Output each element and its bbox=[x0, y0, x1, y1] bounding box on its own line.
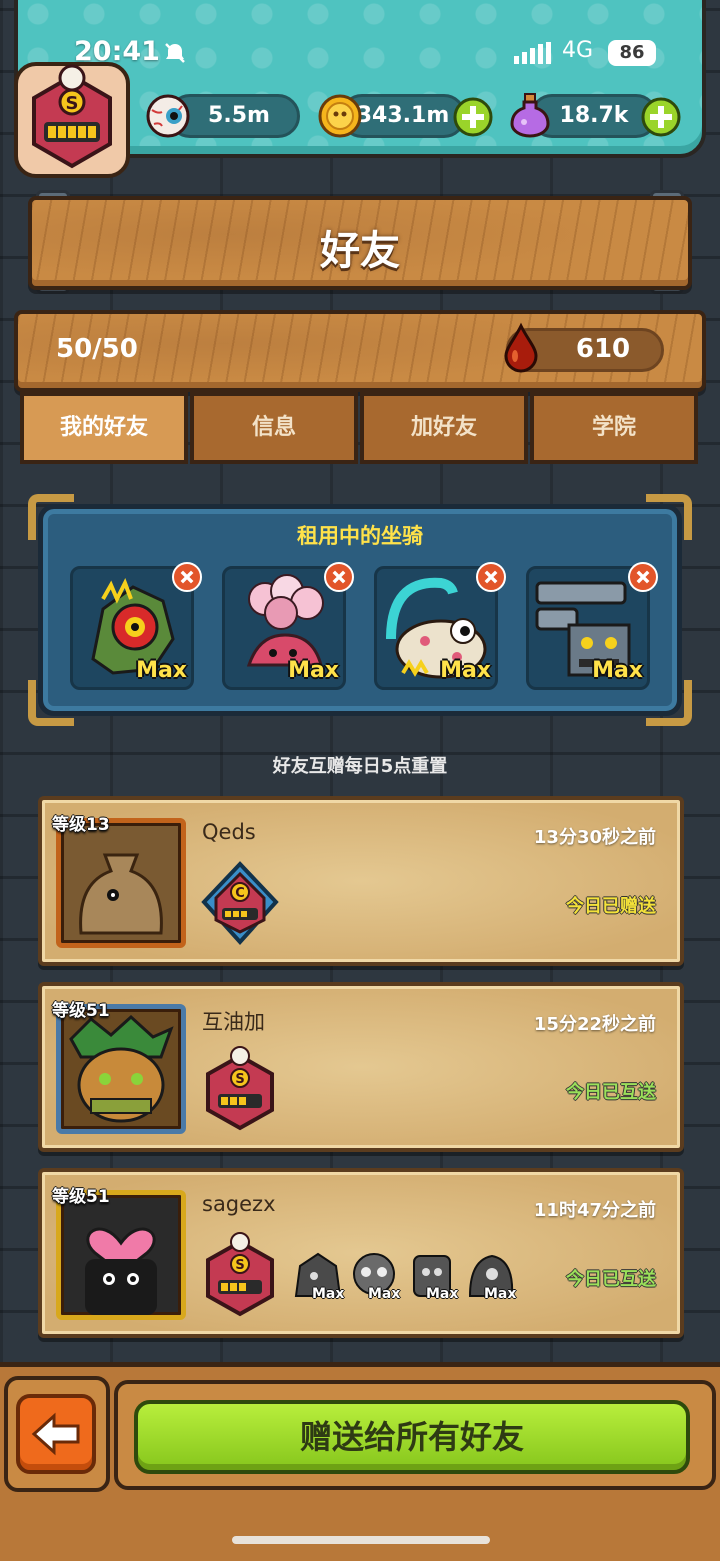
friend-portrait[interactable] bbox=[56, 1004, 186, 1134]
gift-all-friends-button[interactable]: 赠送给所有好友 bbox=[134, 1400, 690, 1474]
mount-max-label: Max bbox=[288, 658, 339, 683]
blood-drop-icon bbox=[504, 322, 538, 373]
tab-add-friend[interactable]: 加好友 bbox=[360, 392, 528, 464]
mount-max-label: Max bbox=[592, 658, 643, 683]
daily-reset-note: 好友互赠每日5点重置 bbox=[272, 756, 448, 777]
friend-mount-thumb: Max bbox=[404, 1246, 464, 1306]
friend-name: Qeds bbox=[202, 820, 256, 844]
back-arrow-icon bbox=[31, 1412, 80, 1456]
friend-level: 等级51 bbox=[52, 1187, 110, 1207]
svg-text:S: S bbox=[235, 1072, 244, 1087]
potion-icon bbox=[510, 93, 550, 138]
bell-muted-icon bbox=[165, 43, 185, 63]
rank-s-badge-icon: S bbox=[206, 1046, 274, 1131]
tab-my-friends[interactable]: 我的好友 bbox=[20, 392, 188, 464]
friend-level: 等级13 bbox=[52, 815, 110, 835]
friend-name: sagezx bbox=[202, 1192, 276, 1216]
network-label: 4G bbox=[562, 38, 594, 63]
home-indicator bbox=[232, 1536, 490, 1544]
friend-name: 互油加 bbox=[202, 1010, 265, 1034]
mini-mount-max: Max bbox=[312, 1286, 345, 1302]
tab-academy[interactable]: 学院 bbox=[530, 392, 698, 464]
page-title: 好友 bbox=[320, 228, 400, 274]
svg-text:S: S bbox=[235, 1258, 244, 1273]
friend-mount-thumb: Max bbox=[346, 1246, 406, 1306]
eyeball-icon bbox=[146, 94, 190, 138]
heart-monster-avatar-icon bbox=[85, 1227, 157, 1315]
rank-c-badge-icon: C bbox=[201, 861, 279, 945]
tab-messages[interactable]: 信息 bbox=[190, 392, 358, 464]
mount-max-label: Max bbox=[136, 658, 187, 683]
gift-status: 今日已赠送 bbox=[566, 896, 656, 917]
friend-last-seen: 13分30秒之前 bbox=[533, 827, 656, 848]
sack-avatar-icon bbox=[79, 853, 163, 935]
signal-icon bbox=[514, 42, 551, 64]
remove-mount-close-icon[interactable] bbox=[628, 562, 658, 592]
add-coins-button[interactable] bbox=[452, 96, 494, 138]
friend-count: 50/50 bbox=[56, 334, 138, 364]
back-button[interactable] bbox=[16, 1394, 96, 1474]
mount-max-label: Max bbox=[440, 658, 491, 683]
friend-last-seen: 15分22秒之前 bbox=[533, 1014, 656, 1035]
gift-status: 今日已互送 bbox=[566, 1269, 656, 1290]
remove-mount-close-icon[interactable] bbox=[324, 562, 354, 592]
add-potion-button[interactable] bbox=[640, 96, 682, 138]
rented-mounts-title: 租用中的坐骑 bbox=[297, 524, 423, 548]
coin-icon bbox=[318, 94, 362, 138]
svg-text:S: S bbox=[66, 93, 79, 114]
friend-portrait[interactable] bbox=[56, 818, 186, 948]
player-avatar[interactable]: S bbox=[12, 58, 132, 180]
friend-mount-thumb: Max bbox=[290, 1246, 350, 1306]
friend-portrait[interactable] bbox=[56, 1190, 186, 1320]
mini-mount-max: Max bbox=[426, 1286, 459, 1302]
friend-level: 等级51 bbox=[52, 1001, 110, 1021]
panel-corner-bl bbox=[28, 680, 74, 726]
rank-s-badge-icon: S bbox=[206, 1232, 274, 1317]
panel-corner-br bbox=[646, 680, 692, 726]
gift-status: 今日已互送 bbox=[566, 1082, 656, 1103]
blood-currency-value: 610 bbox=[575, 334, 631, 364]
friend-last-seen: 11时47分之前 bbox=[533, 1200, 656, 1221]
remove-mount-close-icon[interactable] bbox=[172, 562, 202, 592]
beast-avatar-icon bbox=[69, 1014, 174, 1123]
battery-indicator: 86 bbox=[608, 40, 656, 66]
svg-text:C: C bbox=[235, 886, 245, 901]
mini-mount-max: Max bbox=[368, 1286, 401, 1302]
remove-mount-close-icon[interactable] bbox=[476, 562, 506, 592]
